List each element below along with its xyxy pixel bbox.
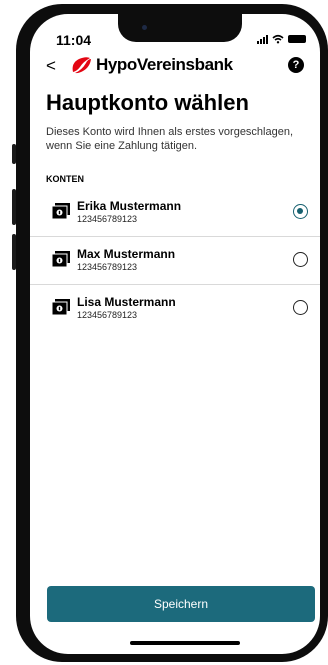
- section-label-accounts: KONTEN: [46, 174, 84, 184]
- account-name: Max Mustermann: [77, 247, 176, 261]
- device-notch: [118, 14, 242, 42]
- page-title: Hauptkonto wählen: [46, 90, 249, 115]
- status-time: 11:04: [56, 32, 92, 48]
- account-radio[interactable]: [293, 300, 308, 315]
- account-card-icon: [52, 299, 70, 315]
- page-subtitle: Dieses Konto wird Ihnen als erstes vorge…: [46, 126, 294, 152]
- battery-icon: [288, 35, 306, 43]
- account-radio-selected[interactable]: [293, 204, 308, 219]
- question-icon[interactable]: ?: [288, 57, 304, 73]
- device-button: [12, 189, 16, 225]
- brand-name: HypoVereinsbank: [96, 55, 233, 74]
- back-button[interactable]: <: [46, 56, 56, 76]
- list-item-account[interactable]: Erika Mustermann 123456789123: [30, 189, 320, 237]
- account-name: Erika Mustermann: [77, 199, 182, 213]
- status-icons: [257, 34, 306, 44]
- home-indicator[interactable]: [130, 641, 240, 645]
- account-number: 123456789123: [77, 214, 138, 224]
- app-header: < HypoVereinsbank ?: [30, 54, 320, 80]
- hvb-logo-icon: [72, 57, 91, 74]
- account-number: 123456789123: [77, 310, 138, 320]
- device-button: [12, 234, 16, 270]
- account-name: Lisa Mustermann: [77, 295, 176, 309]
- brand-logo: HypoVereinsbank: [70, 55, 233, 75]
- app-screen: 11:04 < HypoVereinsbank ? Hauptkonto wäh…: [30, 14, 320, 654]
- save-button[interactable]: Speichern: [47, 586, 315, 622]
- account-card-icon: [52, 251, 70, 267]
- camera-icon: [142, 25, 147, 30]
- signal-icon: [257, 34, 268, 44]
- device-button: [12, 144, 16, 164]
- list-item-account[interactable]: Lisa Mustermann 123456789123: [30, 285, 320, 333]
- list-item-account[interactable]: Max Mustermann 123456789123: [30, 237, 320, 285]
- account-radio[interactable]: [293, 252, 308, 267]
- account-number: 123456789123: [77, 262, 138, 272]
- wifi-icon: [272, 34, 284, 44]
- account-card-icon: [52, 203, 70, 219]
- account-list: Erika Mustermann 123456789123 Max Muster…: [30, 189, 320, 333]
